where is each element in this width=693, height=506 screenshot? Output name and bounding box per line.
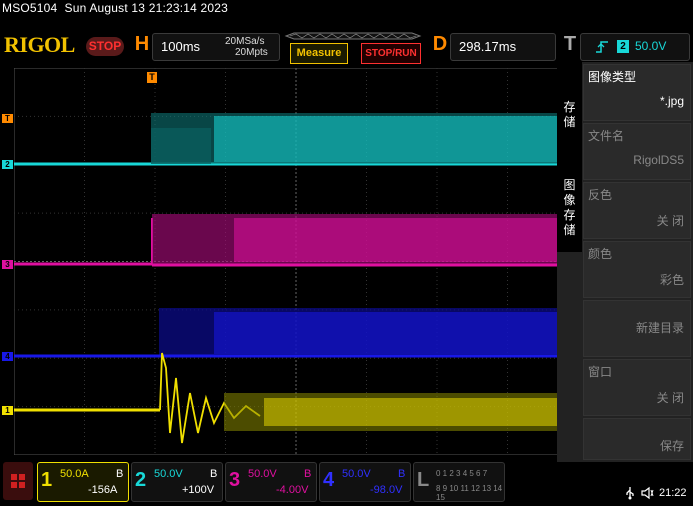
color-value: 彩色 [659,273,684,287]
logic-letter: L [417,469,430,491]
memory-position-bar [284,32,422,40]
memory-depth: 20Mpts [235,47,268,58]
menu-grid-icon [11,474,25,488]
usb-icon [626,487,634,500]
logic-channel-settings[interactable]: L 0 1 2 3 4 5 6 7 8 9 10 11 12 13 14 15 [413,462,505,502]
horizontal-box[interactable]: 100ms 20MSa/s 20Mpts [152,33,280,61]
window-label: 窗口 [588,365,613,379]
delay-value: 298.17ms [459,39,517,54]
menu-item-new-folder[interactable]: 新建目录 [583,300,691,357]
ch1-bw: B [116,468,124,480]
speaker-icon[interactable] [640,486,654,500]
ch3-settings[interactable]: 3 50.0V B -4.00V [225,462,317,502]
waveform-display[interactable] [14,68,578,455]
ch2-bw: B [210,468,218,480]
ch4-bw: B [398,468,406,480]
ch2-settings[interactable]: 2 50.0V B +100V [131,462,223,502]
ch2-marker[interactable]: 2 [2,160,13,169]
ch1-scale: 50.0A [60,468,89,480]
ch4-scale: 50.0V [342,468,371,480]
logic-row1: 0 1 2 3 4 5 6 7 [436,469,488,478]
trigger-letter[interactable]: T [562,33,578,55]
ch2-number: 2 [135,469,147,491]
trigger-box[interactable]: 2 50.0V [580,33,690,61]
window-value: 关 闭 [656,391,684,405]
ch4-number: 4 [323,469,335,491]
menu-section-storage-label: 存储 [563,100,576,129]
menu-section-image-storage[interactable]: 图像存储 [557,172,582,252]
rigol-logo: RIGOL [4,32,75,57]
model-datetime: MSO5104 Sun August 13 21:23:14 2023 [2,1,228,15]
ch1-settings[interactable]: 1 50.0A B -156A [37,462,129,502]
menu-item-image-type[interactable]: 图像类型 *.jpg [583,64,691,121]
trigger-level: 50.0V [635,39,667,53]
ch4-offset: -98.0V [370,484,403,496]
menu-section-image-storage-label: 图像存储 [563,178,576,237]
ch3-offset: -4.00V [276,484,309,496]
menu-item-window[interactable]: 窗口 关 闭 [583,359,691,416]
trigger-channel: 2 [617,40,629,53]
ch1-number: 1 [41,469,53,491]
image-type-label: 图像类型 [588,70,637,84]
model-name: MSO5104 [2,1,58,15]
file-name-label: 文件名 [588,129,625,143]
image-type-value: *.jpg [659,94,684,108]
ch2-scale: 50.0V [154,468,183,480]
invert-label: 反色 [588,188,613,202]
ch3-number: 3 [229,469,241,491]
delay-box[interactable]: 298.17ms [450,33,556,61]
ch2-offset: +100V [182,484,215,496]
ch1-marker[interactable]: 1 [2,406,13,415]
timebase-value: 100ms [161,39,201,54]
new-folder-label: 新建目录 [635,321,684,335]
run-state-badge[interactable]: STOP [86,37,124,56]
ch3-marker[interactable]: 3 [2,260,13,269]
horizontal-letter[interactable]: H [134,33,150,55]
file-name-value: RigolDS5 [633,153,684,167]
logic-row2: 8 9 10 11 12 13 14 15 [436,484,503,502]
datetime: Sun August 13 21:23:14 2023 [64,1,229,15]
ch1-offset: -156A [88,484,118,496]
clock-time: 21:22 [659,487,687,499]
delay-letter[interactable]: D [432,33,448,55]
ch3-scale: 50.0V [248,468,277,480]
trigger-level-marker[interactable]: T [2,114,13,123]
stop-run-button[interactable]: STOP/RUN [361,43,421,64]
menu-item-color[interactable]: 颜色 彩色 [583,241,691,298]
ch4-settings[interactable]: 4 50.0V B -98.0V [319,462,411,502]
storage-side-menu: 存储 图像存储 图像类型 *.jpg 文件名 RigolDS5 反色 关 闭 颜… [557,62,693,462]
main-menu-button[interactable] [3,462,33,500]
menu-item-invert[interactable]: 反色 关 闭 [583,182,691,239]
ch3-bw: B [304,468,312,480]
trigger-position-marker[interactable]: T [147,72,157,83]
color-label: 颜色 [588,247,613,261]
ch4-marker[interactable]: 4 [2,352,13,361]
menu-item-save[interactable]: 保存 [583,418,691,460]
sample-rate: 20MSa/s [225,36,265,47]
save-label: 保存 [659,439,684,453]
menu-item-file-name[interactable]: 文件名 RigolDS5 [583,123,691,180]
rising-edge-icon [596,41,608,53]
measure-button[interactable]: Measure [290,43,348,64]
invert-value: 关 闭 [656,214,684,228]
